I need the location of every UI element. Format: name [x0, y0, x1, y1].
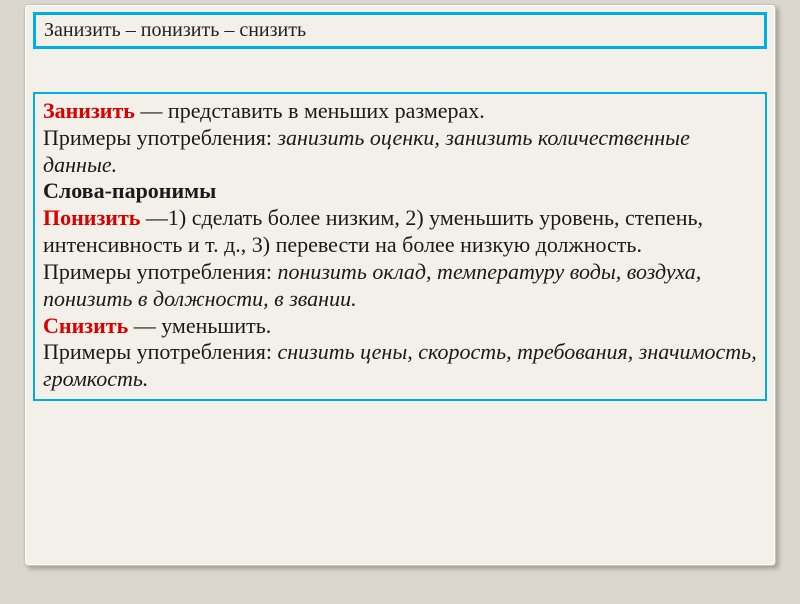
entry-zanizit: Занизить — представить в меньших размера… [43, 98, 757, 125]
definition-ponizit: —1) сделать более низким, 2) уменьшить у… [43, 205, 703, 257]
paronyms-header: Слова-паронимы [43, 178, 757, 205]
term-zanizit: Занизить [43, 98, 135, 123]
examples-ponizit: Примеры употребления: понизить оклад, те… [43, 259, 757, 313]
term-ponizit: Понизить [43, 205, 140, 230]
entry-ponizit: Понизить —1) сделать более низким, 2) ум… [43, 205, 757, 259]
definition-snizit: — уменьшить. [128, 313, 271, 338]
examples-label: Примеры употребления: [43, 339, 277, 364]
title-text: Занизить – понизить – снизить [44, 19, 306, 41]
examples-label: Примеры употребления: [43, 259, 277, 284]
definition-zanizit: — представить в меньших размерах. [135, 98, 485, 123]
entry-snizit: Снизить — уменьшить. [43, 313, 757, 340]
title-box: Занизить – понизить – снизить [33, 12, 767, 49]
term-snizit: Снизить [43, 313, 128, 338]
examples-zanizit: Примеры употребления: занизить оценки, з… [43, 125, 757, 179]
examples-label: Примеры употребления: [43, 125, 277, 150]
body-box: Занизить — представить в меньших размера… [33, 92, 767, 401]
document-card: Занизить – понизить – снизить Занизить —… [24, 4, 776, 566]
examples-snizit: Примеры употребления: снизить цены, скор… [43, 339, 757, 393]
